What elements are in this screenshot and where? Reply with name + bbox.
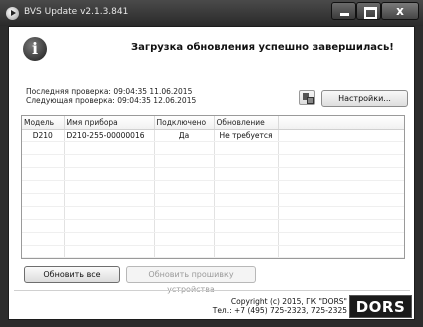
table-row — [22, 206, 404, 220]
table-row — [22, 167, 404, 182]
table-row — [22, 219, 404, 233]
column-header-model[interactable]: Модель — [22, 116, 65, 130]
cell-device-name: D210-255-00000016 — [64, 129, 155, 143]
phone-text: Тел.: +7 (495) 725-2323, 725-2325 — [212, 306, 347, 315]
status-message: Загрузка обновления успешно завершилась! — [131, 42, 394, 53]
window-title: BVS Update v2.1.3.841 — [24, 7, 129, 17]
table-row — [22, 180, 404, 194]
title-bar[interactable]: BVS Update v2.1.3.841 x — [0, 0, 423, 26]
cell-connected: Да — [154, 129, 215, 143]
cell-model: D210 — [22, 129, 65, 143]
column-header-device-name[interactable]: Имя прибора — [64, 116, 155, 130]
table-row — [22, 245, 404, 258]
client-area: i Загрузка обновления успешно завершилас… — [8, 26, 415, 320]
update-firmware-button[interactable]: Обновить прошивку устройства — [126, 266, 256, 294]
table-row — [22, 232, 404, 246]
table-row — [22, 141, 404, 156]
maximize-button[interactable] — [356, 2, 381, 20]
table-row — [22, 154, 404, 169]
info-icon: i — [23, 37, 47, 61]
column-header-update[interactable]: Обновление — [214, 116, 279, 130]
clipboard-icon-button[interactable] — [299, 90, 315, 105]
update-all-button[interactable]: Обновить все — [24, 266, 120, 283]
cell-update: Не требуется — [214, 129, 279, 143]
devices-table[interactable]: Модель Имя прибора Подключено Обновление… — [21, 115, 405, 259]
table-header-row: Модель Имя прибора Подключено Обновление — [22, 116, 404, 130]
table-row[interactable]: D210 D210-255-00000016 Да Не требуется — [22, 129, 404, 143]
column-header-empty — [278, 116, 404, 130]
next-check-text: Следующая проверка: 09:04:35 12.06.2015 — [26, 96, 197, 105]
close-button[interactable]: x — [381, 2, 419, 20]
settings-button[interactable]: Настройки... — [321, 90, 408, 107]
minimize-button[interactable] — [331, 2, 356, 20]
column-header-connected[interactable]: Подключено — [154, 116, 215, 130]
copyright-text: Copyright (c) 2015, ГК "DORS" — [230, 297, 347, 306]
app-icon — [6, 7, 19, 20]
app-window: BVS Update v2.1.3.841 x i Загрузка обнов… — [0, 0, 423, 327]
dors-logo: DORS — [349, 295, 412, 318]
last-check-text: Последняя проверка: 09:04:35 11.06.2015 — [26, 87, 193, 96]
footer-divider — [14, 290, 410, 291]
close-icon: x — [396, 4, 404, 18]
table-row — [22, 193, 404, 207]
